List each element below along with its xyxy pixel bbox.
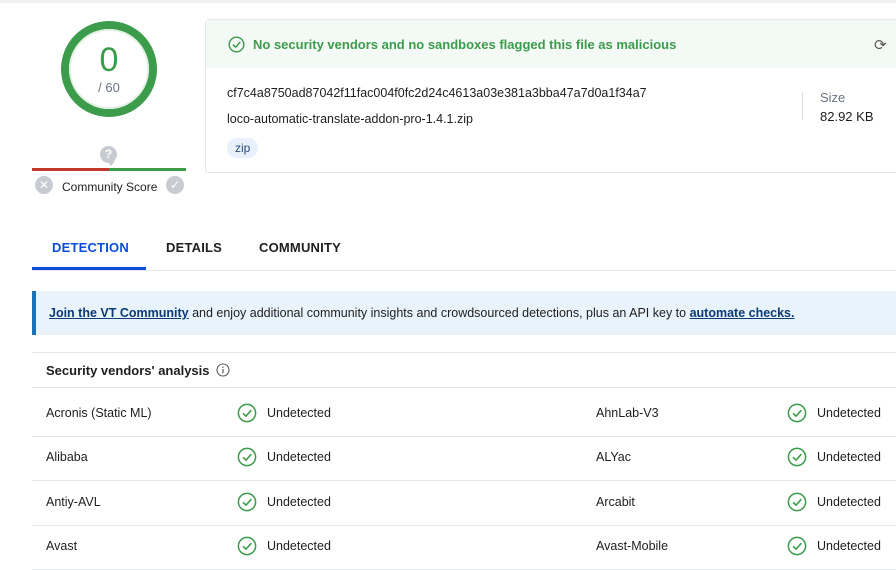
vendor-result: Undetected — [267, 539, 331, 553]
community-info-text: Join the VT Community and enjoy addition… — [49, 306, 795, 320]
vendor-result: Undetected — [267, 450, 331, 464]
size-value: 82.92 KB — [820, 109, 874, 124]
community-score-marker — [107, 161, 115, 166]
vendor-name: AhnLab-V3 — [596, 406, 659, 420]
undetected-check-icon — [237, 536, 257, 556]
vendor-result: Undetected — [817, 495, 881, 509]
vendor-result: Undetected — [817, 539, 881, 553]
vote-malicious-icon[interactable]: ✕ — [35, 176, 53, 194]
info-icon[interactable] — [216, 363, 230, 377]
tab-details[interactable]: DETAILS — [166, 240, 222, 255]
undetected-check-icon — [787, 403, 807, 423]
table-row: Antiy-AVL Undetected Arcabit Undetected — [32, 481, 896, 526]
join-community-link[interactable]: Join the VT Community — [49, 306, 189, 320]
vendor-result: Undetected — [267, 495, 331, 509]
detection-score-ring: 0 / 60 — [59, 19, 159, 119]
vendor-result: Undetected — [817, 450, 881, 464]
file-summary-card: No security vendors and no sandboxes fla… — [205, 19, 896, 173]
automate-checks-link[interactable]: automate checks. — [690, 306, 795, 320]
undetected-check-icon — [787, 536, 807, 556]
tab-detection[interactable]: DETECTION — [52, 240, 129, 255]
undetected-check-icon — [237, 492, 257, 512]
active-tab-indicator — [32, 267, 146, 270]
verdict-banner: No security vendors and no sandboxes fla… — [206, 20, 896, 68]
report-tabs: DETECTION DETAILS COMMUNITY — [32, 228, 896, 271]
detection-count: 0 — [99, 41, 119, 79]
vendors-title: Security vendors' analysis — [46, 363, 210, 378]
vendor-result: Undetected — [267, 406, 331, 420]
community-score-label: Community Score — [62, 180, 158, 194]
top-divider — [0, 0, 896, 3]
community-info-banner: Join the VT Community and enjoy addition… — [32, 291, 896, 335]
size-divider — [802, 92, 803, 120]
vendors-section-header: Security vendors' analysis — [32, 352, 896, 388]
table-row: Avast Undetected Avast-Mobile Undetected — [32, 525, 896, 570]
vendor-name: Arcabit — [596, 495, 635, 509]
table-row: Acronis (Static ML) Undetected AhnLab-V3 Un… — [32, 392, 896, 437]
vendor-name: ALYac — [596, 450, 631, 464]
vendor-name: Avast — [46, 539, 78, 553]
undetected-check-icon — [237, 447, 257, 467]
file-name: loco-automatic-translate-addon-pro-1.4.1… — [227, 112, 473, 126]
vendor-name: Alibaba — [46, 450, 88, 464]
vendor-result: Undetected — [817, 406, 881, 420]
verdict-text: No security vendors and no sandboxes fla… — [253, 37, 677, 52]
file-type-tag[interactable]: zip — [227, 138, 259, 158]
undetected-check-icon — [787, 492, 807, 512]
check-circle-icon — [228, 36, 245, 53]
table-row: Alibaba Undetected ALYac Undetected — [32, 436, 896, 481]
file-hash[interactable]: cf7c4a8750ad87042f11fac004f0fc2d24c4613a… — [227, 86, 647, 100]
size-label: Size — [820, 90, 846, 105]
undetected-check-icon — [787, 447, 807, 467]
vendor-name: Avast-Mobile — [596, 539, 669, 553]
vote-harmless-icon[interactable]: ✓ — [166, 176, 184, 194]
community-score-bar — [32, 168, 186, 171]
detection-total: / 60 — [98, 80, 120, 95]
vendor-name: Antiy-AVL — [46, 495, 101, 509]
banner-middle-text: and enjoy additional community insights … — [188, 306, 690, 320]
undetected-check-icon — [237, 403, 257, 423]
tab-community[interactable]: COMMUNITY — [259, 240, 341, 255]
reanalyze-icon[interactable]: ⟳ — [874, 36, 887, 54]
vendor-name: Acronis (Static ML) — [46, 406, 152, 420]
